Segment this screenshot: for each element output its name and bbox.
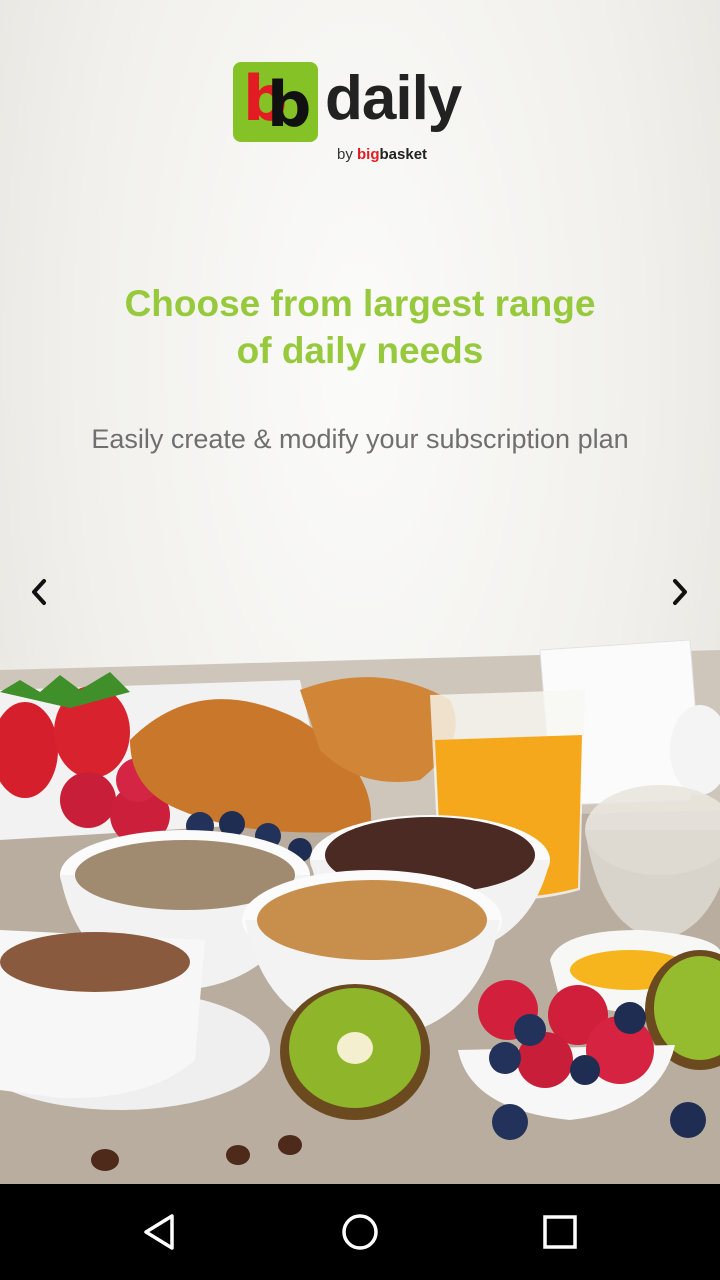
- chevron-left-icon: [32, 579, 46, 605]
- onboarding-screen: b b daily by bigbasket Choose from large…: [0, 0, 720, 1184]
- nav-back-button[interactable]: [136, 1208, 184, 1256]
- carousel-next-button[interactable]: [658, 570, 702, 614]
- back-triangle-icon: [144, 1214, 174, 1250]
- slide-headline: Choose from largest range of daily needs: [0, 280, 720, 374]
- home-circle-icon: [342, 1214, 378, 1250]
- logo-brand-big: big: [357, 146, 380, 163]
- breakfast-food-image: [0, 639, 720, 1184]
- headline-line-2: of daily needs: [236, 330, 484, 371]
- carousel-prev-button[interactable]: [17, 570, 61, 614]
- bbdaily-logo: b b daily by bigbasket: [233, 62, 493, 172]
- logo-mark-b-black: b: [267, 68, 312, 141]
- logo-brand: bigbasket: [357, 146, 427, 163]
- chevron-right-icon: [673, 579, 687, 605]
- logo-wordmark: daily: [325, 64, 462, 133]
- recents-square-icon: [543, 1215, 577, 1249]
- nav-home-button[interactable]: [336, 1208, 384, 1256]
- slide-subtitle: Easily create & modify your subscription…: [91, 424, 629, 454]
- logo-byline: by bigbasket: [337, 146, 427, 163]
- logo-brand-rest: basket: [379, 146, 428, 163]
- bb-logo-mark: b b: [233, 62, 318, 142]
- logo-by-prefix: by: [337, 146, 353, 163]
- headline-line-1: Choose from largest range: [124, 283, 596, 324]
- android-nav-bar: [0, 1184, 720, 1280]
- nav-recents-button[interactable]: [536, 1208, 584, 1256]
